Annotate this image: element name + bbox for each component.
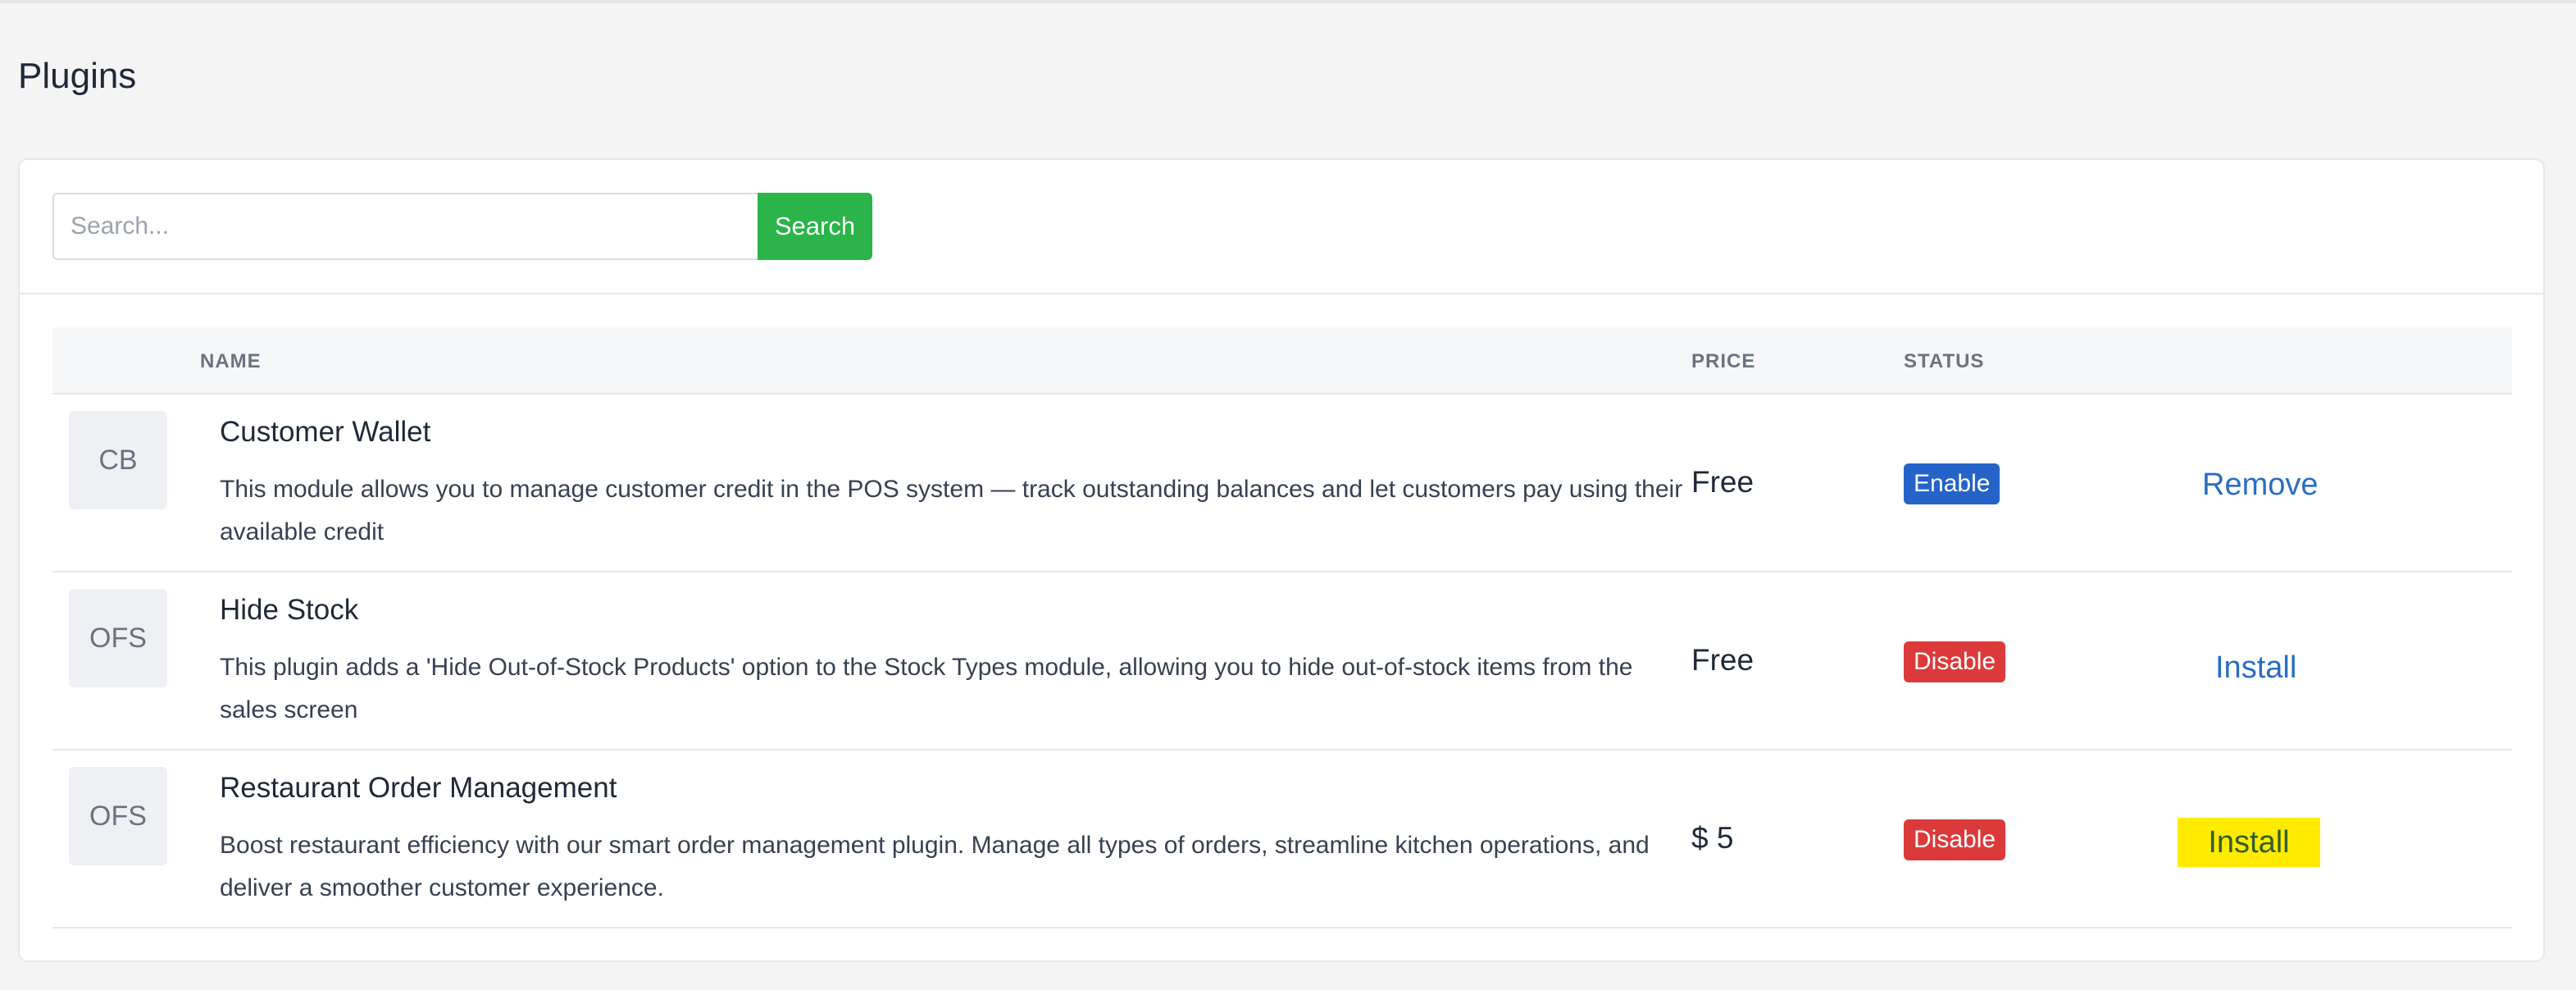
plugins-card: Search NAME PRICE STATUS CB Customer Wal… bbox=[18, 158, 2545, 962]
remove-link[interactable]: Remove bbox=[2201, 460, 2320, 509]
column-header-status: STATUS bbox=[1904, 350, 1985, 372]
install-link-highlighted[interactable]: Install bbox=[2178, 818, 2320, 867]
status-badge: Disable bbox=[1904, 641, 2006, 682]
plugin-thumbnail: OFS bbox=[69, 589, 167, 687]
search-input[interactable] bbox=[52, 193, 758, 260]
status-badge: Disable bbox=[1904, 819, 2006, 860]
plugin-name: Customer Wallet bbox=[220, 416, 431, 448]
plugin-thumbnail: OFS bbox=[69, 767, 167, 865]
top-border bbox=[0, 0, 2576, 3]
install-link[interactable]: Install bbox=[2214, 643, 2298, 692]
plugin-price: Free bbox=[1691, 465, 1755, 499]
page-title: Plugins bbox=[18, 56, 137, 96]
plugins-table: NAME PRICE STATUS CB Customer Wallet Thi… bbox=[52, 327, 2512, 928]
column-header-price: PRICE bbox=[1691, 350, 1756, 372]
column-header-name: NAME bbox=[200, 350, 262, 372]
table-header: NAME PRICE STATUS bbox=[52, 327, 2512, 395]
table-row: OFS Hide Stock This plugin adds a 'Hide … bbox=[52, 573, 2512, 750]
plugin-name: Hide Stock bbox=[220, 594, 359, 626]
search-bar: Search bbox=[20, 160, 2543, 294]
search-button[interactable]: Search bbox=[758, 193, 872, 260]
plugin-price: $ 5 bbox=[1691, 821, 1734, 855]
plugin-thumbnail: CB bbox=[69, 411, 167, 509]
plugin-description: Boost restaurant efficiency with our sma… bbox=[220, 832, 1650, 901]
plugin-description: This plugin adds a 'Hide Out-of-Stock Pr… bbox=[220, 654, 1633, 723]
table-row: CB Customer Wallet This module allows yo… bbox=[52, 395, 2512, 573]
table-row: OFS Restaurant Order Management Boost re… bbox=[52, 750, 2512, 928]
status-badge: Enable bbox=[1904, 463, 2000, 504]
plugin-price: Free bbox=[1691, 643, 1755, 677]
plugin-name: Restaurant Order Management bbox=[220, 772, 617, 804]
plugin-description: This module allows you to manage custome… bbox=[220, 476, 1683, 545]
